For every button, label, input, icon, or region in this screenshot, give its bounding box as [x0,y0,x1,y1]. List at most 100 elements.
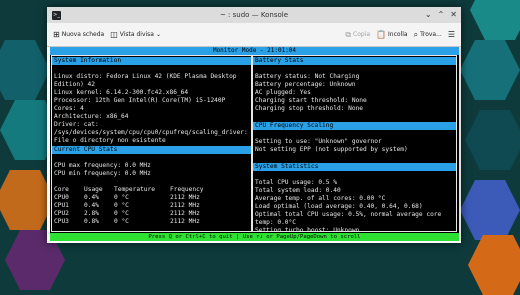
copy-button[interactable]: ⧉ Copia [345,30,370,40]
terminal-line: CPU min frequency: 0.0 MHz [54,170,151,177]
cpu-table-cell: 2112 MHz [170,210,200,217]
cpu-table-cell: 2112 MHz [170,202,200,209]
terminal-line: temp: 0.0°C [255,219,296,226]
right-pane: Battery Stats Battery status: Not Chargi… [252,55,457,232]
search-icon: ⌕ [413,29,419,39]
scaling-lines: Setting to use: "Unknown" governor Not se… [253,130,456,154]
cpu-table-rows: CPU0 0.4% 0 °C 2112 MHz CPU1 0.4% 0 °C 2112 MHz… [52,194,251,226]
wallpaper-hex [460,40,520,100]
system-info-header: System Information [52,57,251,65]
cpu-table-header: Core Usage Temperature Frequency [52,186,251,194]
cpu-table-row: CPU0 0.4% 0 °C 2112 MHz [52,194,251,202]
konsole-window: >_ ~ : sudo — Konsole ⌄ ⌃ ✕ ⊞ Nuova sche… [47,7,461,243]
terminal-line: Driver: cat: [54,121,99,128]
col-temperature: Temperature [114,186,155,193]
cpu-stats-lines: CPU max frequency: 0.0 MHz CPU min freque… [52,154,251,186]
status-footer: Press Q or Ctrl+C to quit | Use ↑↓ or Pa… [50,233,459,241]
close-icon[interactable]: ✕ [450,10,457,19]
terminal-line: Load optimal (load average: 0.40, 0.64, … [255,203,423,210]
cpu-table-cell: CPU2 [54,210,69,217]
wallpaper-hex [0,40,50,100]
wallpaper-hex [465,110,520,170]
hamburger-menu-button[interactable]: ☰ [448,30,455,39]
scrollbar[interactable] [459,47,461,241]
paste-icon: 📋 [376,30,387,39]
terminal-line: AC plugged: Yes [255,89,311,96]
cpu-table-row: CPU2 2.8% 0 °C 2112 MHz [52,210,251,218]
statistics-header: System Statistics [253,163,456,171]
copy-icon: ⧉ [345,29,352,39]
cpu-stats-header: Current CPU Stats [52,146,251,154]
terminal-line: Linux kernel: 6.14.2-300.fc42.x86_64 [54,89,189,96]
col-core: Core [54,186,69,193]
cpu-table-cell: 2.8% [84,210,99,217]
terminal-line: Not setting EPP (not supported by system… [255,146,408,153]
battery-header: Battery Stats [253,57,456,65]
terminal-line: Processor: 12th Gen Intel(R) Core(TM) i5… [54,97,226,104]
terminal-line: Battery status: Not Charging [255,73,360,80]
col-usage: Usage [84,186,103,193]
cpu-table-cell: CPU1 [54,202,69,209]
cpu-table-row: CPU1 0.4% 0 °C 2112 MHz [52,202,251,210]
left-pane: System Information Linux distro: Fedora … [51,55,252,232]
find-button[interactable]: ⌕ Trova... [414,30,442,40]
terminal-line: Edition) 42 [54,81,95,88]
cpu-table-cell: 0 °C [114,218,129,225]
terminal-line: File o directory non esistente [54,137,166,144]
minimize-icon[interactable]: ⌄ [425,10,432,19]
terminal-line: /sys/devices/system/cpu/cpu0/cpufreq/sca… [54,129,248,136]
terminal-line: Optimal total CPU usage: 0.5%, normal av… [255,211,442,218]
col-frequency: Frequency [170,186,204,193]
paste-label: Incolla [388,31,408,38]
find-label: Trova... [420,31,442,38]
scaling-header: CPU Frequency Scaling [253,122,456,130]
monitor-header: Monitor Mode - 21:01:04 [50,47,459,55]
cpu-table-cell: 2112 MHz [170,194,200,201]
split-view-button[interactable]: ◫ Vista divisa ⌄ [110,30,161,39]
cpu-table-cell: 0.8% [84,218,99,225]
new-tab-icon: ⊞ [53,30,60,39]
wallpaper-hex [460,180,520,240]
split-view-icon: ◫ [110,30,118,39]
title-bar[interactable]: >_ ~ : sudo — Konsole ⌄ ⌃ ✕ [47,7,461,23]
statistics-lines: Total CPU usage: 0.5 % Total system load:… [253,171,456,232]
cpu-table-cell: CPU3 [54,218,69,225]
copy-label: Copia [353,31,371,38]
maximize-icon[interactable]: ⌃ [438,10,445,19]
paste-button[interactable]: 📋 Incolla [376,30,408,39]
split-view-label: Vista divisa [119,31,154,38]
cpu-table-cell: 0 °C [114,202,129,209]
window-title: ~ : sudo — Konsole [219,11,289,19]
terminal-line: Setting turbo boost: Unknown [255,227,360,232]
terminal-line: CPU max frequency: 0.0 MHz [54,162,151,169]
terminal-line: Battery percentage: Unknown [255,81,356,88]
wallpaper-hex [468,235,520,295]
cpu-table-row: CPU3 0.8% 0 °C 2112 MHz [52,218,251,226]
terminal-line: Charging stop threshold: None [255,105,364,112]
terminal-line: Charging start threshold: None [255,97,367,104]
terminal-line: Setting to use: "Unknown" governor [255,138,382,145]
terminal-area[interactable]: Monitor Mode - 21:01:04 System Informati… [50,47,459,241]
new-tab-button[interactable]: ⊞ Nuova scheda [53,30,104,39]
chevron-down-icon: ⌄ [155,31,162,38]
new-tab-label: Nuova scheda [61,31,105,38]
terminal-line: Total system load: 0.40 [255,187,341,194]
terminal-line: Average temp. of all cores: 0.00 °C [255,195,386,202]
terminal-line: Total CPU usage: 0.5 % [255,179,337,186]
battery-lines: Battery status: Not Charging Battery perc… [253,65,456,113]
cpu-table-cell: 0.4% [84,202,99,209]
terminal-line: Cores: 4 [54,105,84,112]
toolbar: ⊞ Nuova scheda ◫ Vista divisa ⌄ ⧉ Copia … [47,23,461,47]
terminal-line: Architecture: x86_64 [54,113,129,120]
cpu-table-cell: CPU0 [54,194,69,201]
wallpaper-hex [470,0,520,40]
cpu-table-cell: 2112 MHz [170,218,200,225]
cpu-table-cell: 0.4% [84,194,99,201]
